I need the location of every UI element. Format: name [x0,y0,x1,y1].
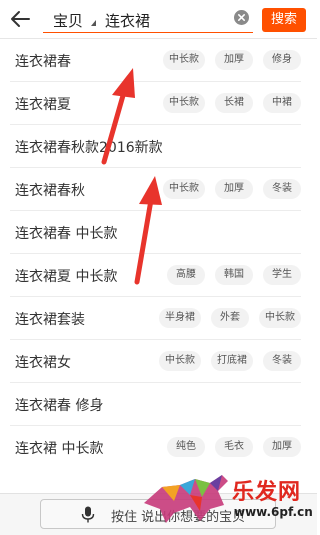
search-button[interactable]: 搜索 [262,8,306,32]
suggestion-tag[interactable]: 纯色 [167,437,205,457]
suggestion-row[interactable]: 连衣裙夏 中长款 长裙 中裙 [10,82,301,125]
suggestion-label[interactable]: 连衣裙春 中长款 [15,223,117,243]
suggestion-label[interactable]: 连衣裙夏 中长款 [15,266,117,286]
suggestion-label[interactable]: 连衣裙 中长款 [15,438,103,458]
suggestion-label[interactable]: 连衣裙春秋 [15,180,85,200]
suggestion-tag[interactable]: 中长款 [159,351,201,371]
suggestion-tag[interactable]: 中长款 [163,93,205,113]
suggestion-tag[interactable]: 高腰 [167,265,205,285]
microphone-icon [81,506,95,523]
suggestion-tag[interactable]: 中长款 [163,179,205,199]
suggestion-label[interactable]: 连衣裙套装 [15,309,85,329]
suggestion-tag[interactable]: 毛衣 [215,437,253,457]
search-input[interactable]: 宝贝 连衣裙 [43,6,253,33]
suggestion-list: 连衣裙春 中长款 加厚 修身 连衣裙夏 中长款 长裙 中裙 连衣裙春秋款2016… [0,39,317,468]
back-arrow-icon[interactable] [10,10,30,28]
suggestion-tags: 中长款 加厚 冬装 [163,179,301,199]
suggestion-tags: 纯色 毛衣 加厚 [167,437,301,457]
suggestion-tags: 高腰 韩国 学生 [167,265,301,285]
suggestion-tag[interactable]: 外套 [211,308,249,328]
clear-icon[interactable] [234,10,249,25]
suggestion-row[interactable]: 连衣裙夏 中长款 高腰 韩国 学生 [10,254,301,297]
suggestion-tag[interactable]: 冬装 [263,179,301,199]
suggestion-row[interactable]: 连衣裙套装 半身裙 外套 中长款 [10,297,301,340]
suggestion-tag[interactable]: 中长款 [259,308,301,328]
suggestion-tag[interactable]: 学生 [263,265,301,285]
scope-caret-icon [91,20,96,26]
search-scope-selector[interactable]: 宝贝 [53,10,83,31]
suggestion-label[interactable]: 连衣裙春 [15,51,71,71]
suggestion-tag[interactable]: 冬装 [263,351,301,371]
suggestion-label[interactable]: 连衣裙春 修身 [15,395,103,415]
suggestion-tag[interactable]: 加厚 [263,437,301,457]
watermark-logo [144,475,228,523]
suggestion-tag[interactable]: 韩国 [215,265,253,285]
suggestion-row[interactable]: 连衣裙春秋 中长款 加厚 冬装 [10,168,301,211]
suggestion-row[interactable]: 连衣裙 中长款 纯色 毛衣 加厚 [10,426,301,468]
search-query-text[interactable]: 连衣裙 [105,10,150,31]
suggestion-row[interactable]: 连衣裙春 中长款 [10,211,301,254]
suggestion-tags: 中长款 加厚 修身 [163,50,301,70]
suggestion-row[interactable]: 连衣裙春 中长款 加厚 修身 [10,39,301,82]
suggestion-tag[interactable]: 加厚 [215,179,253,199]
suggestion-row[interactable]: 连衣裙春 修身 [10,383,301,426]
suggestion-tags: 中长款 长裙 中裙 [163,93,301,113]
suggestion-row[interactable]: 连衣裙春秋款2016新款 [10,125,301,168]
suggestion-tags: 半身裙 外套 中长款 [159,308,301,328]
suggestion-tag[interactable]: 修身 [263,50,301,70]
watermark-url: www.6pf.cn [234,505,313,519]
suggestion-tags: 中长款 打底裙 冬装 [159,351,301,371]
suggestion-label[interactable]: 连衣裙女 [15,352,71,372]
watermark-brand: 乐发网 [232,479,302,505]
suggestion-label[interactable]: 连衣裙夏 [15,94,71,114]
suggestion-tag[interactable]: 加厚 [215,50,253,70]
suggestion-tag[interactable]: 打底裙 [211,351,253,371]
suggestion-label[interactable]: 连衣裙春秋款2016新款 [15,137,163,157]
suggestion-row[interactable]: 连衣裙女 中长款 打底裙 冬装 [10,340,301,383]
suggestion-tag[interactable]: 中长款 [163,50,205,70]
suggestion-tag[interactable]: 中裙 [263,93,301,113]
suggestion-tag[interactable]: 半身裙 [159,308,201,328]
search-header: 宝贝 连衣裙 搜索 [0,0,317,39]
suggestion-tag[interactable]: 长裙 [215,93,253,113]
